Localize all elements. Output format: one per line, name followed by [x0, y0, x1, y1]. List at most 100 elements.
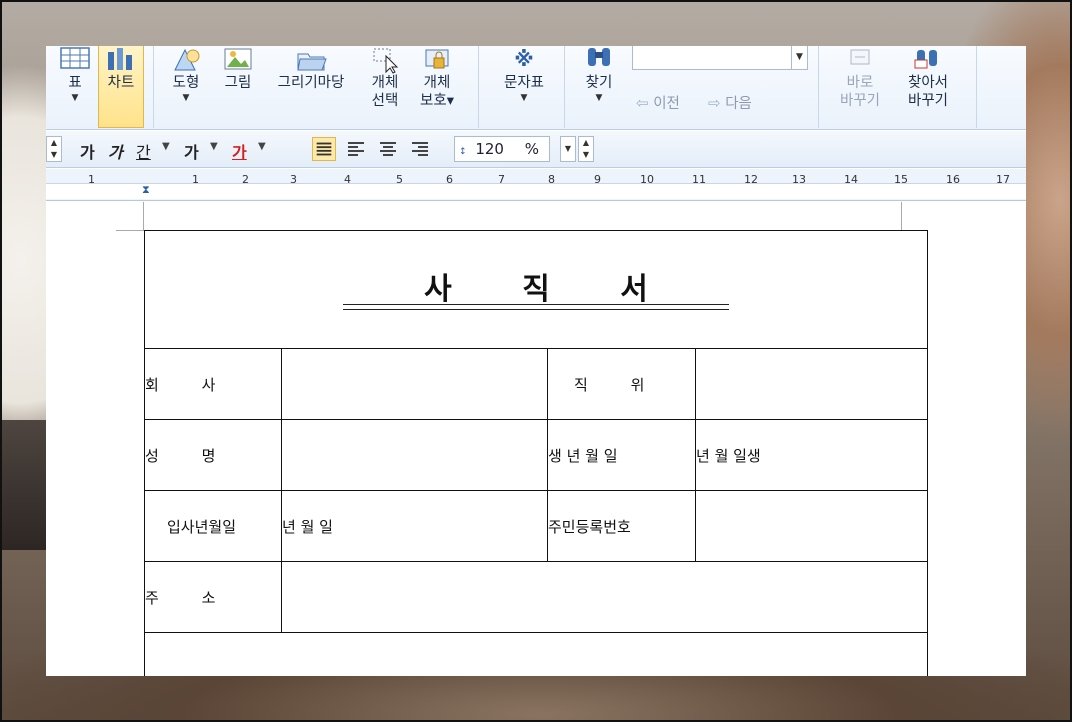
- binoculars-icon: [588, 48, 610, 66]
- select-object-icon: [373, 48, 399, 74]
- line-spacing-icon: ↕: [459, 147, 467, 157]
- chevron-down-icon[interactable]: ▼: [210, 141, 218, 152]
- ruler-number: 8: [548, 173, 555, 186]
- justify-align-icon[interactable]: [312, 137, 336, 161]
- picture-button[interactable]: 그림: [216, 46, 260, 128]
- svg-text:※: ※: [514, 47, 533, 71]
- ruler-number: 4: [344, 173, 351, 186]
- align-center-icon[interactable]: [376, 137, 400, 161]
- value-company[interactable]: [281, 348, 548, 420]
- underline-button[interactable]: 간: [136, 139, 151, 163]
- arrow-right-icon: ⇨: [708, 94, 721, 112]
- replace-label-2: 바꾸기: [839, 93, 881, 109]
- ribbon-separator: [478, 46, 479, 128]
- table-row: 주 소: [144, 561, 929, 633]
- symbol-label: 문자표: [503, 75, 545, 91]
- chevron-down-icon[interactable]: ▼: [58, 92, 92, 104]
- ruler-number: 6: [446, 173, 453, 186]
- align-left-icon[interactable]: [344, 137, 368, 161]
- value-address[interactable]: [280, 561, 929, 633]
- value-position[interactable]: [694, 348, 929, 420]
- line-spacing-stepper[interactable]: ▲ ▼: [578, 136, 594, 162]
- ruler-number: 12: [744, 173, 758, 186]
- chart-button[interactable]: 차트: [98, 46, 144, 128]
- label-company: 회 사: [144, 348, 282, 420]
- page-corner-mark: [901, 202, 902, 230]
- replace-button[interactable]: 바로 바꾸기: [832, 46, 888, 128]
- drawing-gallery-icon: [297, 53, 327, 71]
- label-resident-number: 주민등록번호: [547, 490, 696, 562]
- chevron-down-icon[interactable]: ▼: [791, 46, 807, 69]
- line-spacing-input[interactable]: ↕ 120 %: [454, 136, 550, 162]
- drawing-gallery-label: 그리기마당: [277, 75, 345, 91]
- chevron-down-icon[interactable]: ▼: [258, 141, 266, 152]
- value-hire-date[interactable]: 년 월 일: [281, 490, 548, 562]
- select-object-label-2: 선택: [371, 93, 399, 109]
- find-replace-label-1: 찾아서: [907, 75, 949, 91]
- italic-button[interactable]: 가: [108, 139, 123, 163]
- empty-row[interactable]: [143, 632, 929, 676]
- table-button[interactable]: 표 ▼: [58, 46, 92, 128]
- chevron-down-icon[interactable]: ▼: [164, 92, 208, 104]
- shape-button[interactable]: 도형 ▼: [164, 46, 208, 128]
- title-double-underline: [343, 304, 729, 310]
- ruler-number: 9: [594, 173, 601, 186]
- value-birthdate[interactable]: 년 월 일생: [694, 419, 929, 491]
- find-button[interactable]: 찾기 ▼: [576, 46, 622, 128]
- find-prev-label: 이전: [653, 96, 680, 112]
- align-right-icon[interactable]: [408, 137, 432, 161]
- ruler-number: 15: [894, 173, 908, 186]
- chart-icon: [108, 48, 132, 70]
- find-prev-button[interactable]: ⇦ 이전: [636, 92, 680, 113]
- resignation-form-table: 사 직 서 회 사 직 위 성 명 생 년 월 일 년 월 일생 입사년월일 년…: [143, 230, 929, 676]
- chevron-down-icon[interactable]: ▼: [560, 136, 576, 162]
- shape-icon: [174, 48, 200, 71]
- find-replace-button[interactable]: 찾아서 바꾸기: [898, 46, 958, 128]
- document-page[interactable]: 사 직 서 회 사 직 위 성 명 생 년 월 일 년 월 일생 입사년월일 년…: [46, 202, 1026, 676]
- chevron-down-icon[interactable]: ▼: [576, 92, 622, 104]
- table-icon: [60, 47, 90, 69]
- ruler-number: 16: [946, 173, 960, 186]
- find-input[interactable]: ▼: [632, 46, 808, 70]
- table-row: 회 사 직 위: [144, 348, 929, 420]
- page-corner-mark: [143, 202, 144, 230]
- ruler-number: 7: [498, 173, 505, 186]
- find-label: 찾기: [585, 75, 613, 91]
- replace-icon: [850, 49, 870, 65]
- table-row: 입사년월일 년 월 일 주민등록번호: [144, 490, 929, 562]
- chevron-down-icon[interactable]: ▼: [162, 141, 170, 152]
- horizontal-ruler[interactable]: 1 ⧗ 1 2 3 4 5 6 7 8 9 10 11 12 13 14 15 …: [46, 169, 1026, 201]
- value-name[interactable]: [281, 419, 548, 491]
- find-next-label: 다음: [725, 96, 752, 112]
- select-object-button[interactable]: 개체 선택: [364, 46, 406, 128]
- chevron-down-icon[interactable]: ▼: [492, 92, 556, 104]
- bold-button[interactable]: 가: [80, 139, 95, 163]
- font-size-stepper[interactable]: ▲ ▼: [46, 136, 62, 162]
- symbol-button[interactable]: ※ 문자표 ▼: [492, 46, 556, 128]
- protect-object-label-2: 보호▾: [420, 93, 454, 109]
- ruler-number: 2: [242, 173, 249, 186]
- title-cell[interactable]: 사 직 서: [143, 230, 929, 349]
- background-object: [0, 420, 46, 550]
- ruler-number: 14: [844, 173, 858, 186]
- drawing-gallery-button[interactable]: 그리기마당: [266, 46, 356, 128]
- protect-object-button[interactable]: 개체 보호▾: [414, 46, 460, 128]
- ribbon-separator: [153, 46, 154, 128]
- font-color-button[interactable]: 가: [232, 139, 247, 163]
- replace-label-1: 바로: [846, 75, 874, 91]
- page-corner-mark: [116, 230, 144, 231]
- ruler-number: 10: [640, 173, 654, 186]
- ruler-number: 13: [792, 173, 806, 186]
- strikethrough-button[interactable]: 가: [184, 139, 199, 163]
- label-hire-date: 입사년월일: [144, 490, 282, 562]
- ribbon-separator: [976, 46, 977, 128]
- find-replace-label-2: 바꾸기: [907, 93, 949, 109]
- label-address: 주 소: [144, 561, 282, 633]
- ruler-indent-marker[interactable]: ⧗: [142, 183, 150, 197]
- hwp-editor-window: 표 ▼ 차트 도형 ▼ 그림 그리기마당 개체 선택 개체 보호▾ ※ 문자표 …: [46, 46, 1026, 676]
- document-title: 사 직 서: [424, 271, 678, 307]
- ruler-number: 1: [88, 173, 95, 186]
- shape-label: 도형: [172, 75, 200, 91]
- find-next-button[interactable]: ⇨ 다음: [708, 92, 752, 113]
- value-resident-number[interactable]: [694, 490, 929, 562]
